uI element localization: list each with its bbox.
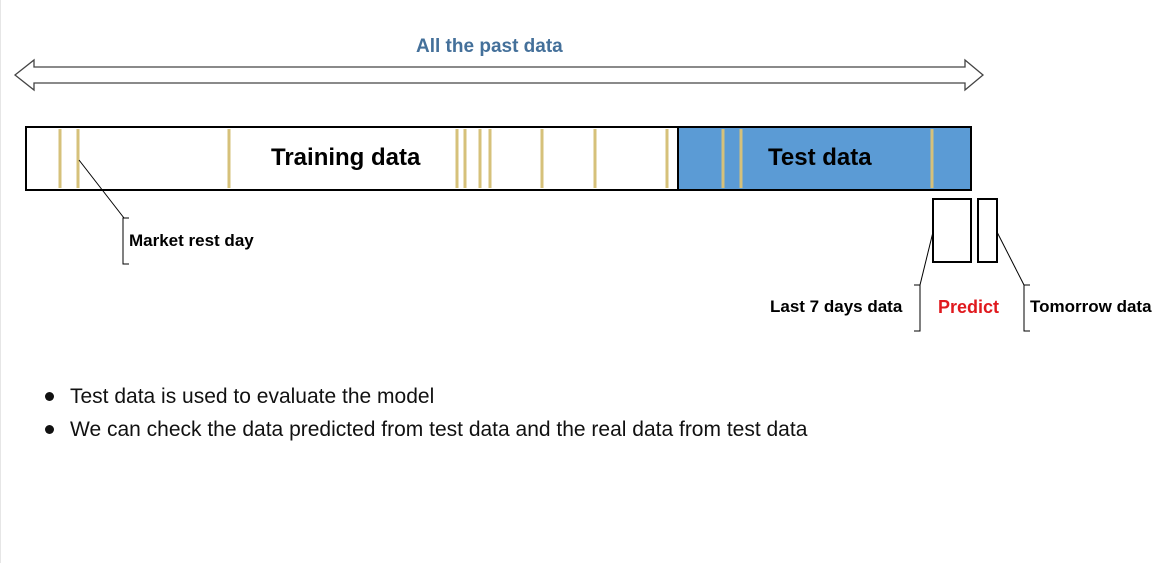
predict-label: Predict bbox=[938, 297, 1000, 317]
last7-label: Last 7 days data bbox=[770, 297, 903, 316]
bullet-list: Test data is used to evaluate the model … bbox=[44, 380, 807, 446]
tomorrow-leader bbox=[996, 231, 1025, 286]
last7-bracket bbox=[914, 284, 921, 332]
all-data-arrow bbox=[13, 58, 985, 92]
tomorrow-box bbox=[977, 198, 998, 263]
bullet-item: We can check the data predicted from tes… bbox=[44, 413, 807, 446]
diagram-title: All the past data bbox=[416, 36, 563, 57]
timeline-diagram bbox=[13, 58, 1030, 332]
test-label: Test data bbox=[768, 144, 872, 171]
last7-box bbox=[932, 198, 972, 263]
bullet-item: Test data is used to evaluate the model bbox=[44, 380, 807, 413]
tomorrow-label: Tomorrow data bbox=[1030, 297, 1152, 316]
last7-leader bbox=[919, 231, 934, 286]
training-label: Training data bbox=[271, 144, 421, 171]
market-rest-label: Market rest day bbox=[129, 231, 254, 250]
